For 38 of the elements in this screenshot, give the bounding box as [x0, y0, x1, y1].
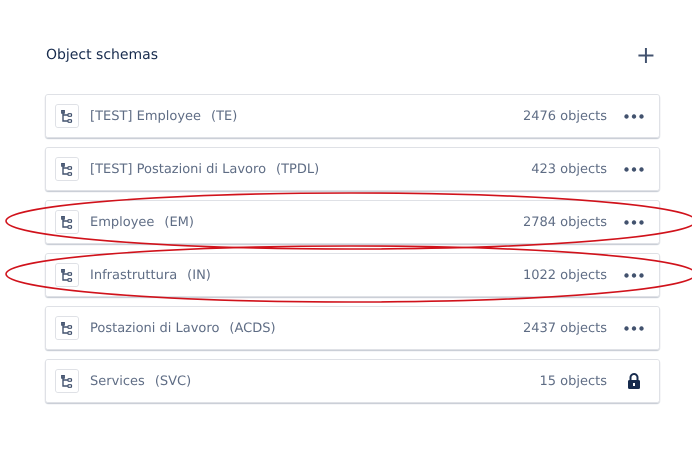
- schema-key: (SVC): [154, 374, 192, 388]
- hierarchy-icon: [55, 263, 79, 287]
- object-count: 1022 objects: [522, 268, 607, 282]
- hierarchy-icon: [55, 210, 79, 234]
- schema-name: Infrastruttura: [90, 268, 178, 282]
- object-count: 2784 objects: [522, 214, 607, 230]
- add-button[interactable]: +: [632, 43, 660, 67]
- hierarchy-icon: [55, 104, 79, 128]
- schema-row[interactable]: [TEST] Postazioni di Lavoro (TPDL) 423 objects: [45, 147, 660, 191]
- schema-row[interactable]: Services (SVC) 15 objects: [45, 359, 660, 403]
- hierarchy-icon: [55, 157, 79, 181]
- schema-key: (TE): [211, 108, 238, 124]
- schema-key: (EM): [164, 214, 194, 230]
- hierarchy-icon: [55, 316, 79, 340]
- schema-key: (IN): [187, 268, 211, 282]
- schema-row[interactable]: Postazioni di Lavoro (ACDS) 2437 objects: [45, 306, 660, 350]
- more-icon[interactable]: [624, 166, 644, 172]
- schema-name: Employee: [90, 214, 154, 230]
- lock-icon: [628, 373, 640, 389]
- schema-name: Services: [90, 374, 145, 388]
- schema-name: [TEST] Postazioni di Lavoro: [90, 162, 266, 176]
- more-icon[interactable]: [624, 326, 644, 330]
- object-count: 15 objects: [539, 374, 607, 388]
- schema-row[interactable]: Infrastruttura (IN) 1022 objects: [45, 253, 660, 297]
- schema-name: [TEST] Employee: [90, 108, 202, 124]
- schema-key: (ACDS): [229, 320, 276, 336]
- object-count: 2476 objects: [522, 108, 607, 124]
- schema-row[interactable]: [TEST] Employee (TE) 2476 objects: [45, 94, 660, 138]
- section-title: Object schemas: [46, 47, 158, 63]
- schema-name: Postazioni di Lavoro: [90, 320, 220, 336]
- schema-row[interactable]: Employee (EM) 2784 objects: [45, 200, 660, 244]
- object-count: 2437 objects: [522, 320, 607, 336]
- object-count: 423 objects: [531, 162, 607, 176]
- hierarchy-icon: [55, 369, 79, 393]
- more-icon[interactable]: [624, 114, 644, 118]
- schema-key: (TPDL): [276, 162, 320, 176]
- more-icon[interactable]: [624, 272, 644, 278]
- more-icon[interactable]: [624, 220, 644, 224]
